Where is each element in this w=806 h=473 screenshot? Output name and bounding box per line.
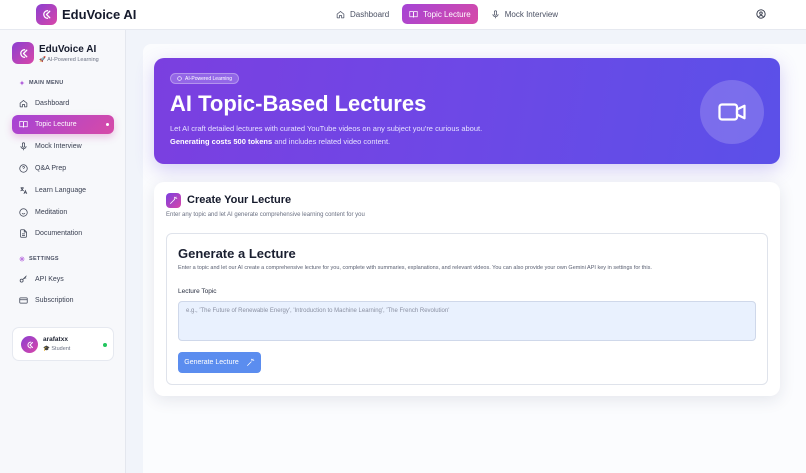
nav-topic-lecture-label: Topic Lecture xyxy=(423,9,471,19)
translate-icon xyxy=(20,187,28,195)
hero-badge: AI-Powered Learning xyxy=(170,73,239,84)
generate-form: Generate a Lecture Enter a topic and let… xyxy=(166,233,768,385)
sidebar-item-learn-language[interactable]: Learn Language xyxy=(12,181,114,200)
generate-title: Generate a Lecture xyxy=(178,246,296,261)
main-menu-label: MAIN MENU xyxy=(29,80,64,86)
sparkle-icon xyxy=(19,80,25,86)
sidebar-item-meditation[interactable]: Meditation xyxy=(12,203,114,222)
lecture-topic-label: Lecture Topic xyxy=(178,288,217,295)
app-logo-icon[interactable] xyxy=(36,4,57,25)
hero-desc-bold: Generating costs 500 tokens xyxy=(170,137,273,147)
sparkle-icon xyxy=(177,76,182,81)
create-lecture-card: Create Your Lecture Enter any topic and … xyxy=(154,182,780,396)
sidebar-item-api-keys[interactable]: API Keys xyxy=(12,270,114,289)
main-menu-heading: MAIN MENU xyxy=(19,80,63,86)
top-bar: EduVoice AI Dashboard Topic Lecture Mock… xyxy=(0,0,806,30)
sidebar: EduVoice AI 🚀 AI-Powered Learning MAIN M… xyxy=(0,30,126,473)
create-lecture-subtitle: Enter any topic and let AI generate comp… xyxy=(166,212,365,218)
nav-topic-lecture[interactable]: Topic Lecture xyxy=(402,4,478,24)
sidebar-item-label: Dashboard xyxy=(35,100,70,107)
nav-mock-interview-label: Mock Interview xyxy=(504,9,559,19)
user-card[interactable]: arafatxx 🎓 Student xyxy=(12,327,114,361)
home-icon xyxy=(336,10,345,18)
book-icon xyxy=(19,121,28,128)
generate-lecture-label: Generate Lecture xyxy=(184,359,239,366)
active-indicator-dot xyxy=(106,123,109,126)
magic-wand-icon xyxy=(166,193,181,208)
nav-dashboard-label: Dashboard xyxy=(350,9,390,19)
sidebar-brand-name: EduVoice AI xyxy=(39,44,97,55)
hero-video-badge xyxy=(700,80,764,144)
generate-lecture-button[interactable]: Generate Lecture xyxy=(178,352,261,373)
hero-description: Let AI craft detailed lectures with cura… xyxy=(170,122,510,148)
sidebar-item-label: Documentation xyxy=(35,230,83,237)
hero-banner: AI-Powered Learning AI Topic-Based Lectu… xyxy=(154,58,780,164)
card-icon xyxy=(19,297,28,304)
user-role: 🎓 Student xyxy=(43,346,71,352)
lecture-topic-input[interactable] xyxy=(178,301,756,341)
video-camera-icon xyxy=(718,103,746,121)
sidebar-item-documentation[interactable]: Documentation xyxy=(12,224,114,243)
sidebar-item-label: Topic Lecture xyxy=(35,121,77,128)
document-icon xyxy=(20,229,27,238)
generate-description: Enter a topic and let our AI create a co… xyxy=(178,265,652,271)
help-circle-icon xyxy=(19,164,28,173)
settings-heading: SETTINGS xyxy=(19,256,59,262)
nav-mock-interview[interactable]: Mock Interview xyxy=(484,4,565,24)
sidebar-item-label: Subscription xyxy=(35,297,74,304)
sidebar-item-dashboard[interactable]: Dashboard xyxy=(12,94,114,113)
settings-label: SETTINGS xyxy=(29,256,59,262)
sidebar-item-topic-lecture[interactable]: Topic Lecture xyxy=(12,115,114,134)
key-icon xyxy=(19,275,27,283)
sidebar-brand-sub: 🚀 AI-Powered Learning xyxy=(39,57,99,63)
book-icon xyxy=(409,10,418,18)
mic-icon xyxy=(492,9,499,18)
sidebar-item-mock-interview[interactable]: Mock Interview xyxy=(12,137,114,156)
sidebar-item-qa-prep[interactable]: Q&A Prep xyxy=(12,159,114,178)
user-profile-icon[interactable] xyxy=(756,9,766,19)
sidebar-item-label: Learn Language xyxy=(35,187,86,194)
hero-badge-label: AI-Powered Learning xyxy=(185,75,232,82)
nav-dashboard[interactable]: Dashboard xyxy=(329,4,396,24)
sidebar-item-label: Q&A Prep xyxy=(35,165,67,172)
page-title: AI Topic-Based Lectures xyxy=(170,91,427,116)
sidebar-item-label: API Keys xyxy=(35,276,64,283)
home-icon xyxy=(19,100,28,108)
sidebar-item-label: Meditation xyxy=(35,209,68,216)
sidebar-item-subscription[interactable]: Subscription xyxy=(12,291,114,310)
top-nav: Dashboard Topic Lecture Mock Interview xyxy=(329,4,565,24)
sidebar-logo-icon xyxy=(12,42,34,64)
online-status-dot xyxy=(103,343,107,347)
mic-icon xyxy=(20,142,27,151)
avatar xyxy=(21,336,38,353)
gear-icon xyxy=(19,256,25,262)
user-name: arafatxx xyxy=(43,336,68,343)
app-title: EduVoice AI xyxy=(62,7,137,22)
smile-icon xyxy=(19,208,28,217)
sidebar-item-label: Mock Interview xyxy=(35,143,82,150)
sparkle-icon xyxy=(246,358,254,366)
hero-desc-part2: and includes related video content. xyxy=(272,137,391,147)
create-lecture-title: Create Your Lecture xyxy=(187,194,292,206)
hero-desc-part1: Let AI craft detailed lectures with cura… xyxy=(170,124,483,133)
